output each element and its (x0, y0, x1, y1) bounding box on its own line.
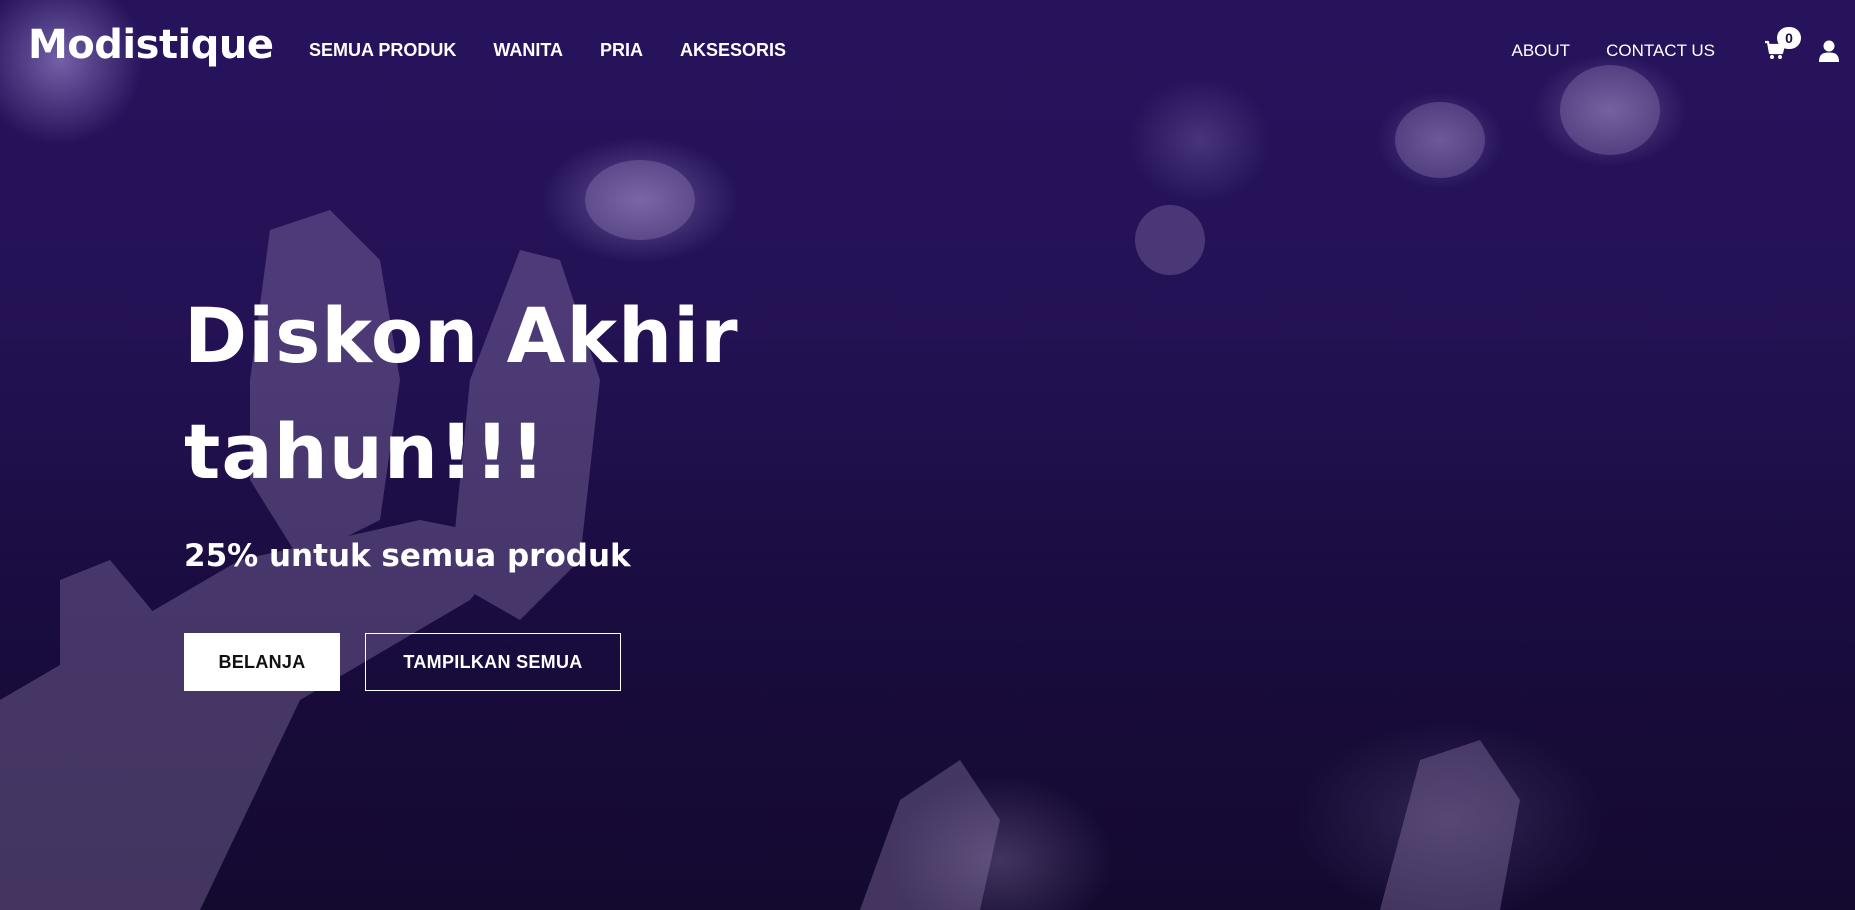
nav-link-aksesoris[interactable]: AKSESORIS (680, 40, 786, 61)
brand-logo[interactable]: Modistique (28, 22, 274, 68)
user-icon[interactable] (1818, 40, 1840, 62)
show-all-button[interactable]: TAMPILKAN SEMUA (365, 633, 621, 691)
nav-link-wanita[interactable]: WANITA (493, 40, 563, 61)
nav-link-contact-us[interactable]: CONTACT US (1606, 41, 1715, 61)
cart-count-badge: 0 (1777, 27, 1801, 49)
navbar: Modistique SEMUA PRODUK WANITA PRIA AKSE… (0, 0, 1855, 100)
hero-title-line-1: Diskon Akhir (184, 291, 739, 380)
nav-link-pria[interactable]: PRIA (600, 40, 643, 61)
primary-nav: SEMUA PRODUK WANITA PRIA AKSESORIS (309, 40, 823, 61)
nav-link-about[interactable]: ABOUT (1512, 41, 1571, 61)
nav-link-semua-produk[interactable]: SEMUA PRODUK (309, 40, 456, 61)
hero-title: Diskon Akhir tahun!!! (184, 278, 824, 510)
shop-button[interactable]: BELANJA (184, 633, 340, 691)
hero-subtitle: 25% untuk semua produk (184, 538, 631, 574)
secondary-nav: ABOUT CONTACT US (1476, 41, 1716, 61)
hero-title-line-2: tahun!!! (184, 407, 546, 496)
hero-section: Modistique SEMUA PRODUK WANITA PRIA AKSE… (0, 0, 1855, 910)
